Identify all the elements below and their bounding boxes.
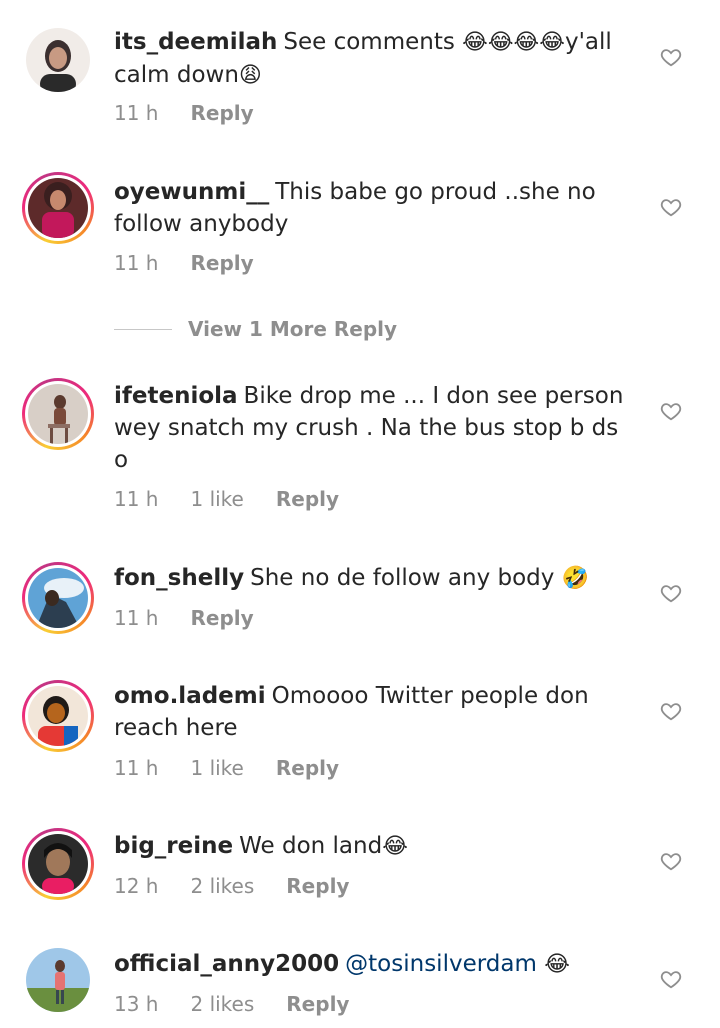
reply-button[interactable]: Reply (190, 251, 253, 275)
comment-likes[interactable]: 1 like (190, 487, 243, 511)
avatar (25, 565, 91, 631)
avatar-image (28, 568, 88, 628)
comment-body: We don land (239, 833, 383, 859)
reply-button[interactable]: Reply (286, 874, 349, 898)
heart-outline-icon[interactable] (660, 400, 682, 422)
avatar-image (28, 178, 88, 238)
comment-body: See comments (283, 29, 455, 55)
comment-time: 11 h (114, 487, 159, 511)
comment-its-deemilah: its_deemilah See comments 😂😂😂😂y'all calm … (0, 0, 720, 150)
heart-outline-icon[interactable] (660, 700, 682, 722)
comment-time: 12 h (114, 874, 159, 898)
comment-likes[interactable]: 2 likes (190, 874, 254, 898)
heart-outline-icon[interactable] (660, 968, 682, 990)
comment-official-anny2000: official_anny2000 @tosinsilverdam 😂 13 h 2… (0, 940, 720, 1028)
comment-username[interactable]: ifeteniola (114, 383, 238, 409)
avatar[interactable] (22, 944, 94, 1016)
reply-button[interactable]: Reply (276, 756, 339, 780)
comment-likes[interactable]: 1 like (190, 756, 243, 780)
comment-username[interactable]: fon_shelly (114, 565, 244, 591)
comment-text: fon_shelly She no de follow any body 🤣 (114, 562, 634, 595)
avatar[interactable] (22, 24, 94, 96)
comment-oyewunmi: oyewunmi__ This babe go proud ..she no fo… (0, 150, 720, 310)
laughing-emoji-icon: 😂 (544, 952, 570, 977)
heart-outline-icon[interactable] (660, 582, 682, 604)
comment-big-reine: big_reine We don land😂 12 h 2 likes Reply (0, 822, 720, 940)
avatar-image (28, 384, 88, 444)
view-more-label[interactable]: View 1 More Reply (188, 317, 397, 341)
view-more-replies[interactable]: View 1 More Reply (114, 314, 397, 344)
avatar-image (26, 28, 90, 92)
mention-link[interactable]: @tosinsilverdam (345, 951, 537, 977)
avatar-image (26, 948, 90, 1012)
comment-username[interactable]: omo.lademi (114, 683, 266, 709)
comment-username[interactable]: oyewunmi__ (114, 179, 269, 205)
avatar-story-ring[interactable] (22, 172, 94, 244)
comment-username[interactable]: big_reine (114, 833, 233, 859)
laughing-emoji-icon: 😂 (382, 834, 408, 859)
comment-meta: 13 h 2 likes Reply (114, 992, 381, 1016)
avatar (25, 683, 91, 749)
comment-text: omo.lademi Omoooo Twitter people don reac… (114, 680, 634, 744)
comment-time: 13 h (114, 992, 159, 1016)
comment-text: oyewunmi__ This babe go proud ..she no fo… (114, 176, 634, 240)
heart-outline-icon[interactable] (660, 46, 682, 68)
comment-time: 11 h (114, 251, 159, 275)
weary-emoji-icon: 😩 (238, 63, 262, 88)
comment-username[interactable]: official_anny2000 (114, 951, 339, 977)
heart-outline-icon[interactable] (660, 850, 682, 872)
heart-outline-icon[interactable] (660, 196, 682, 218)
avatar-image (28, 686, 88, 746)
rofl-emoji-icon: 🤣 (561, 566, 590, 591)
comment-text: official_anny2000 @tosinsilverdam 😂 (114, 948, 634, 981)
comment-meta: 11 h Reply (114, 101, 286, 125)
comment-body: She no de follow any body (250, 565, 555, 591)
comment-time: 11 h (114, 101, 159, 125)
avatar-story-ring[interactable] (22, 562, 94, 634)
avatar-story-ring[interactable] (22, 680, 94, 752)
avatar (25, 381, 91, 447)
comment-fon-shelly: fon_shelly She no de follow any body 🤣 11… (0, 554, 720, 672)
comment-omo-lademi: omo.lademi Omoooo Twitter people don reac… (0, 672, 720, 822)
reply-button[interactable]: Reply (190, 606, 253, 630)
avatar (25, 175, 91, 241)
comment-text: big_reine We don land😂 (114, 830, 634, 863)
comment-text: ifeteniola Bike drop me ... I don see per… (114, 380, 634, 476)
comment-meta: 11 h 1 like Reply (114, 487, 371, 511)
comment-text: its_deemilah See comments 😂😂😂😂y'all calm … (114, 26, 634, 92)
avatar (25, 831, 91, 897)
comment-meta: 12 h 2 likes Reply (114, 874, 381, 898)
comment-meta: 11 h Reply (114, 251, 286, 275)
divider-line (114, 328, 172, 330)
comment-meta: 11 h Reply (114, 606, 286, 630)
avatar-story-ring[interactable] (22, 378, 94, 450)
comment-time: 11 h (114, 606, 159, 630)
comment-ifeteniola: ifeteniola Bike drop me ... I don see per… (0, 354, 720, 544)
reply-button[interactable]: Reply (286, 992, 349, 1016)
reply-button[interactable]: Reply (276, 487, 339, 511)
comment-username[interactable]: its_deemilah (114, 29, 277, 55)
laughing-emoji-icon: 😂😂😂😂 (462, 30, 565, 55)
comment-time: 11 h (114, 756, 159, 780)
avatar-image (28, 834, 88, 894)
comment-meta: 11 h 1 like Reply (114, 756, 371, 780)
reply-button[interactable]: Reply (190, 101, 253, 125)
avatar-story-ring[interactable] (22, 828, 94, 900)
comment-likes[interactable]: 2 likes (190, 992, 254, 1016)
